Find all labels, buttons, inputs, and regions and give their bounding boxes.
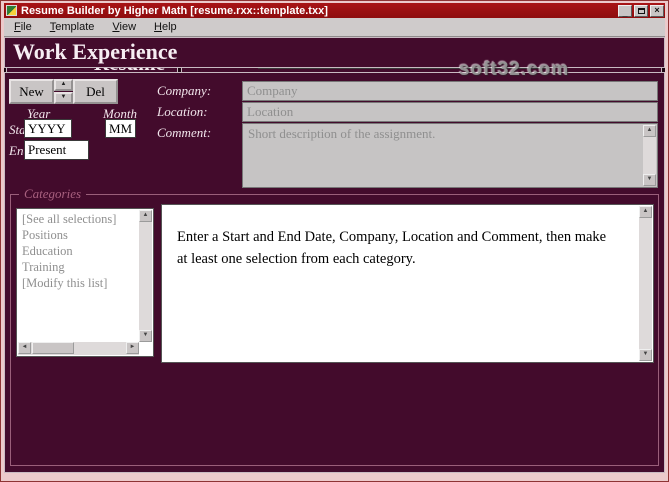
list-item[interactable]: Positions [19,227,138,243]
list-item[interactable]: Training [19,259,138,275]
minimize-button[interactable]: _ [618,5,632,17]
comment-label: Comment: [157,125,211,141]
scroll-up-icon: ▲ [143,212,149,218]
record-spinner: ▲ ▼ [54,79,73,104]
comment-scrollbar[interactable]: ▲ ▼ [643,125,656,186]
location-label: Location: [157,104,208,120]
start-year-field[interactable] [24,119,72,138]
watermark: soft32.com [459,59,569,81]
menu-view[interactable]: View [105,19,143,35]
spinner-down-icon: ▼ [61,94,67,100]
maximize-icon [638,8,645,14]
list-item[interactable]: [Modify this list] [19,275,138,291]
listbox-vertical-scrollbar[interactable]: ▲ ▼ [139,210,152,342]
menu-help[interactable]: Help [147,19,184,35]
spinner-up-icon: ▲ [61,81,67,87]
scroll-down-icon: ▼ [643,351,649,357]
scroll-left-icon: ◄ [22,344,28,350]
spinner-down-button[interactable]: ▼ [54,92,73,104]
close-button[interactable]: × [650,5,664,17]
listbox-horizontal-scrollbar[interactable]: ◄ ► [18,342,139,355]
scroll-right-icon: ► [130,344,136,350]
comment-text: Short description of the assignment. [248,126,640,142]
app-icon [6,5,17,16]
scroll-down-button[interactable]: ▼ [139,330,152,342]
list-item[interactable]: Education [19,243,138,259]
categories-listbox[interactable]: [See all selections] Positions Education… [16,208,154,357]
spinner-up-button[interactable]: ▲ [54,79,73,91]
app-window: Resume Builder by Higher Math [resume.rx… [0,0,669,482]
listbox-items: [See all selections] Positions Education… [19,211,138,341]
company-label: Company: [157,83,211,99]
menu-bar: File Template View Help [4,18,665,37]
categories-legend: Categories [19,186,86,202]
minimize-icon: _ [622,9,627,18]
scroll-up-icon: ▲ [643,208,649,214]
scroll-down-button[interactable]: ▼ [643,174,656,186]
menu-template[interactable]: Template [43,19,102,35]
new-button[interactable]: New [9,79,54,104]
client-area: Resume View in Browser Work Experience S… [4,37,665,473]
close-icon: × [654,5,659,15]
maximize-button[interactable] [634,5,648,17]
instructions-scrollbar[interactable]: ▲ ▼ [639,206,652,361]
scroll-up-icon: ▲ [647,127,653,133]
instructions-text: Enter a Start and End Date, Company, Loc… [177,227,611,271]
scroll-up-button[interactable]: ▲ [639,206,652,218]
categories-fieldset: Categories [See all selections] Position… [10,194,659,466]
scrollbar-thumb[interactable] [32,342,74,354]
end-date-field[interactable] [24,140,89,160]
scroll-left-button[interactable]: ◄ [18,342,31,354]
window-controls: _ × [618,5,664,17]
scroll-right-button[interactable]: ► [126,342,139,354]
scroll-down-icon: ▼ [143,332,149,338]
start-month-field[interactable] [105,119,136,138]
scroll-down-button[interactable]: ▼ [639,349,652,361]
instructions-panel: Enter a Start and End Date, Company, Loc… [161,204,654,363]
work-experience-editor: New ▲ ▼ Del Year Month Start Date End Da… [4,72,665,473]
title-bar: Resume Builder by Higher Math [resume.rx… [4,3,665,18]
list-item[interactable]: [See all selections] [19,211,138,227]
window-title: Resume Builder by Higher Math [resume.rx… [21,5,618,17]
company-field[interactable] [242,81,658,101]
scroll-down-icon: ▼ [647,176,653,182]
comment-field[interactable]: Short description of the assignment. ▲ ▼ [242,123,658,188]
scroll-up-button[interactable]: ▲ [643,125,656,137]
delete-button[interactable]: Del [73,79,118,104]
scroll-up-button[interactable]: ▲ [139,210,152,222]
menu-file[interactable]: File [7,19,39,35]
location-field[interactable] [242,102,658,122]
